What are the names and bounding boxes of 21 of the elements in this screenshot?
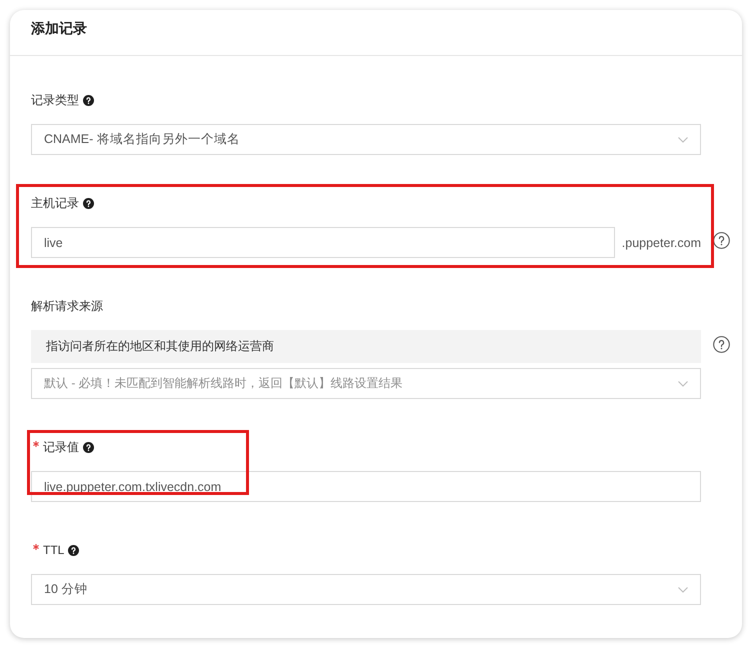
help-icon[interactable] bbox=[713, 336, 730, 352]
field-label: TTL bbox=[43, 542, 64, 559]
help-icon[interactable] bbox=[713, 232, 730, 248]
chevron-down-icon bbox=[678, 136, 688, 142]
dialog-title: 添加记录 bbox=[31, 19, 87, 38]
select-field[interactable]: 10 分钟 bbox=[31, 574, 701, 605]
chevron-down-icon bbox=[678, 380, 688, 386]
field-label: 记录类型 bbox=[31, 92, 79, 109]
field-label: 主机记录 bbox=[31, 195, 79, 212]
field-label: 解析请求来源 bbox=[31, 298, 103, 315]
domain-suffix: .puppeter.com bbox=[622, 236, 701, 250]
select-field[interactable]: CNAME- 将域名指向另外一个域名 bbox=[31, 124, 701, 155]
chevron-down-icon bbox=[678, 586, 688, 592]
help-icon[interactable] bbox=[83, 442, 94, 452]
field-label: 记录值 bbox=[43, 439, 79, 456]
help-icon[interactable] bbox=[83, 94, 94, 106]
help-icon[interactable] bbox=[68, 544, 80, 556]
info-note: 指访问者所在的地区和其使用的网络运营商 bbox=[31, 330, 701, 363]
help-icon[interactable] bbox=[83, 198, 94, 208]
text-field[interactable]: live.puppeter.com.txlivecdn.com bbox=[31, 471, 701, 502]
text-field[interactable]: live bbox=[31, 227, 615, 258]
